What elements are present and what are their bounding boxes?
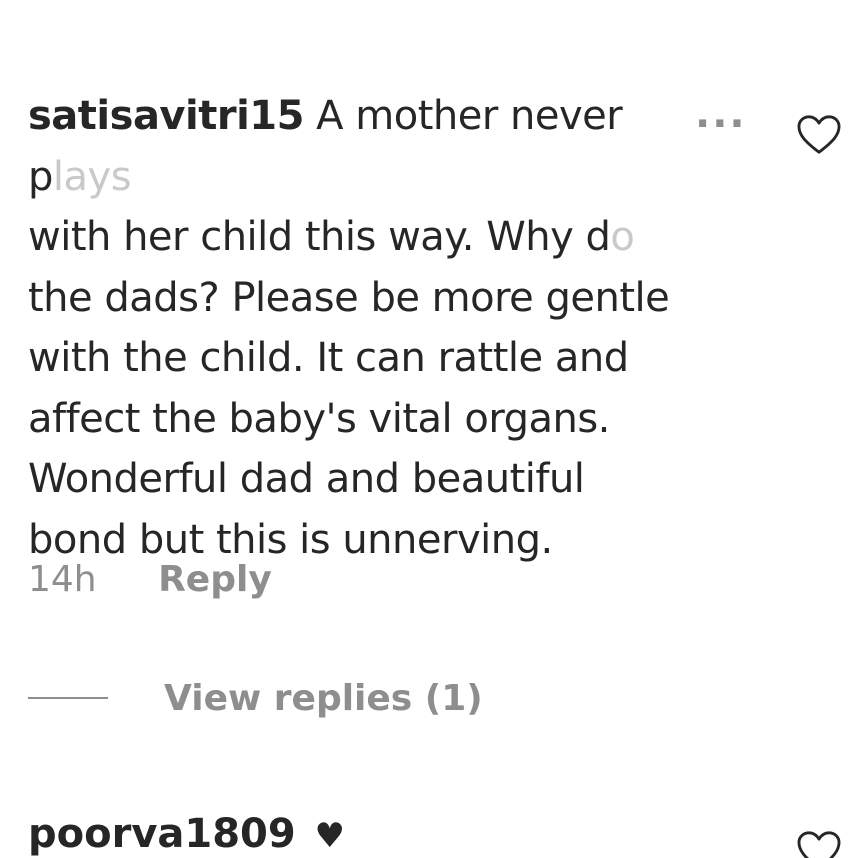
replies-divider bbox=[28, 697, 108, 699]
comment-meta: 14h Reply bbox=[28, 556, 272, 604]
comment-text: ♥ bbox=[314, 816, 345, 856]
comment-line: with the child. It can rattle and bbox=[28, 335, 629, 381]
like-button[interactable] bbox=[796, 830, 842, 858]
comment-line: affect the baby's vital organs. bbox=[28, 395, 610, 442]
view-replies-label: View replies (1) bbox=[164, 677, 483, 719]
comment-line: satisavitri15 A mother never plays bbox=[28, 86, 728, 207]
comment-timestamp: 14h bbox=[28, 559, 97, 600]
view-replies-button[interactable]: View replies (1) bbox=[28, 674, 483, 722]
comment-line-text: with her child this way. Why d bbox=[28, 214, 611, 260]
comment-line: Wonderful dad and beautiful bbox=[28, 456, 585, 502]
comment-truncated-text: lays bbox=[52, 153, 132, 200]
comment-username[interactable]: poorva1809 bbox=[28, 811, 296, 857]
comment-line: the dads? Please be more gentle bbox=[28, 274, 670, 321]
comment: satisavitri15 A mother never plays with … bbox=[28, 86, 768, 570]
more-options-button[interactable]: ... bbox=[695, 84, 747, 144]
heart-outline-icon bbox=[797, 115, 841, 154]
comment-truncated-text: o bbox=[610, 214, 635, 260]
comment-line: with her child this way. Why do bbox=[28, 207, 728, 268]
comment: poorva1809 ♥ bbox=[28, 804, 345, 858]
reply-button[interactable]: Reply bbox=[158, 559, 272, 600]
like-button[interactable] bbox=[796, 114, 842, 156]
comment-text: satisavitri15 A mother never plays with … bbox=[28, 86, 728, 570]
comments-panel: satisavitri15 A mother never plays with … bbox=[0, 0, 850, 858]
heart-outline-icon bbox=[797, 831, 841, 858]
comment-username[interactable]: satisavitri15 bbox=[28, 93, 304, 139]
